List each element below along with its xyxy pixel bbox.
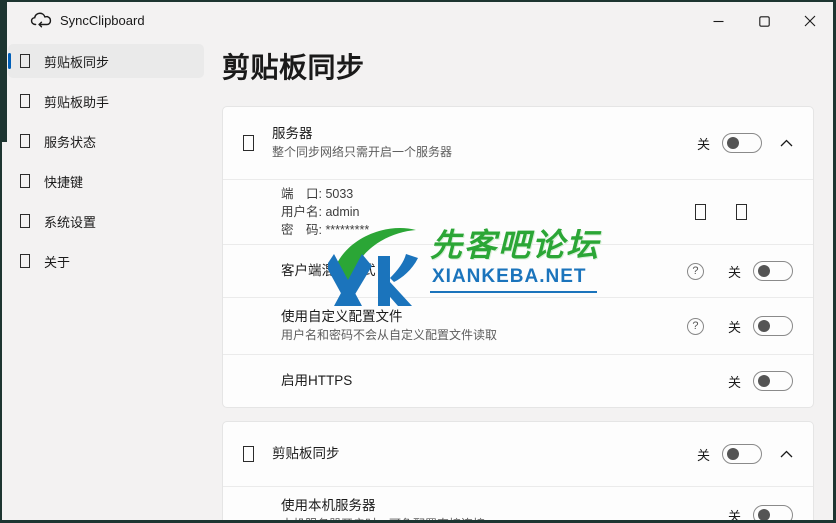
username-line: 用户名: admin bbox=[281, 203, 693, 221]
server-card: 服务器 整个同步网络只需开启一个服务器 关 端 口: 5033 用户名 bbox=[222, 106, 814, 408]
clipboard-sync-card: 剪贴板同步 关 使用本机服务器 本机服务器开启时，可免配置直接连接 bbox=[222, 421, 814, 523]
server-card-header[interactable]: 服务器 整个同步网络只需开启一个服务器 关 bbox=[223, 107, 813, 179]
https-title: 启用HTTPS bbox=[281, 372, 728, 390]
sidebar-item-clipboard-assistant[interactable]: 剪贴板助手 bbox=[8, 84, 204, 118]
system-settings-icon bbox=[20, 214, 30, 228]
client-mixed-mode-toggle[interactable] bbox=[753, 261, 793, 281]
custom-config-subtitle: 用户名和密码不会从自定义配置文件读取 bbox=[281, 327, 687, 344]
main-content: 剪贴板同步 服务器 整个同步网络只需开启一个服务器 关 bbox=[212, 40, 836, 523]
maximize-button[interactable] bbox=[741, 2, 787, 40]
toggle-label: 关 bbox=[728, 262, 741, 281]
clipboard-sync-card-title: 剪贴板同步 bbox=[272, 445, 697, 463]
port-line: 端 口: 5033 bbox=[281, 185, 693, 203]
sidebar-item-about[interactable]: 关于 bbox=[8, 244, 204, 278]
copy-button[interactable] bbox=[693, 202, 708, 222]
server-toggle-label: 关 bbox=[697, 134, 710, 153]
custom-config-row: 使用自定义配置文件 用户名和密码不会从自定义配置文件读取 ? 关 bbox=[223, 297, 813, 354]
https-row: 启用HTTPS 关 bbox=[223, 354, 813, 407]
credentials-actions bbox=[693, 202, 749, 222]
service-status-icon bbox=[20, 134, 30, 148]
clipboard-sync-card-header[interactable]: 剪贴板同步 关 bbox=[223, 422, 813, 486]
help-icon[interactable]: ? bbox=[687, 318, 704, 335]
toggle-knob bbox=[727, 448, 739, 460]
toggle-label: 关 bbox=[728, 317, 741, 336]
close-button[interactable] bbox=[787, 2, 833, 40]
client-mixed-mode-row: 客户端混合模式 ? 关 bbox=[223, 244, 813, 297]
server-card-subtitle: 整个同步网络只需开启一个服务器 bbox=[272, 144, 697, 161]
clipboard-sync-card-icon bbox=[243, 446, 254, 462]
sidebar-item-label: 服务状态 bbox=[44, 132, 96, 151]
client-mixed-mode-title: 客户端混合模式 bbox=[281, 262, 687, 280]
app-body: 剪贴板同步 剪贴板助手 服务状态 快捷键 系统设置 关于 bbox=[0, 40, 836, 523]
toggle-knob bbox=[727, 137, 739, 149]
https-toggle[interactable] bbox=[753, 371, 793, 391]
selection-accent-bar bbox=[8, 53, 11, 69]
hotkeys-icon bbox=[20, 174, 30, 188]
page-title: 剪贴板同步 bbox=[222, 46, 814, 86]
chevron-up-icon[interactable] bbox=[780, 450, 793, 458]
copy-icon bbox=[695, 204, 706, 220]
toggle-knob bbox=[758, 375, 770, 387]
credentials-lines: 端 口: 5033 用户名: admin 密 码: ********* bbox=[281, 185, 693, 239]
sync-cloud-icon bbox=[30, 11, 52, 29]
server-credentials: 端 口: 5033 用户名: admin 密 码: ********* bbox=[223, 179, 813, 244]
sidebar-item-clipboard-sync[interactable]: 剪贴板同步 bbox=[8, 44, 204, 78]
minimize-button[interactable] bbox=[695, 2, 741, 40]
toggle-label: 关 bbox=[728, 372, 741, 391]
sidebar-item-label: 关于 bbox=[44, 252, 70, 271]
custom-config-title: 使用自定义配置文件 bbox=[281, 308, 687, 326]
password-line: 密 码: ********* bbox=[281, 221, 693, 239]
sidebar-item-label: 快捷键 bbox=[44, 172, 83, 191]
clipboard-sync-toggle-label: 关 bbox=[697, 445, 710, 464]
local-server-row: 使用本机服务器 本机服务器开启时，可免配置直接连接 关 bbox=[223, 486, 813, 523]
help-icon[interactable]: ? bbox=[687, 263, 704, 280]
window-border-left-band bbox=[0, 0, 7, 142]
server-card-title: 服务器 bbox=[272, 125, 697, 143]
local-server-title: 使用本机服务器 bbox=[281, 497, 728, 515]
toggle-knob bbox=[758, 265, 770, 277]
clipboard-sync-toggle[interactable] bbox=[722, 444, 762, 464]
edit-button[interactable] bbox=[734, 202, 749, 222]
sidebar-item-label: 剪贴板同步 bbox=[44, 52, 109, 71]
sidebar: 剪贴板同步 剪贴板助手 服务状态 快捷键 系统设置 关于 bbox=[0, 40, 212, 523]
clipboard-assistant-icon bbox=[20, 94, 30, 108]
toggle-knob bbox=[758, 320, 770, 332]
clipboard-sync-icon bbox=[20, 54, 30, 68]
window-border-top bbox=[0, 0, 836, 2]
sidebar-item-system-settings[interactable]: 系统设置 bbox=[8, 204, 204, 238]
app-title: SyncClipboard bbox=[60, 13, 145, 28]
server-icon bbox=[243, 135, 254, 151]
about-icon bbox=[20, 254, 30, 268]
app-window: SyncClipboard 剪贴板同步 剪贴板助手 bbox=[0, 0, 836, 523]
caption-buttons bbox=[695, 2, 833, 40]
custom-config-toggle[interactable] bbox=[753, 316, 793, 336]
server-toggle[interactable] bbox=[722, 133, 762, 153]
sidebar-item-label: 系统设置 bbox=[44, 212, 96, 231]
chevron-up-icon[interactable] bbox=[780, 139, 793, 147]
sidebar-item-hotkeys[interactable]: 快捷键 bbox=[8, 164, 204, 198]
sidebar-item-label: 剪贴板助手 bbox=[44, 92, 109, 111]
edit-icon bbox=[736, 204, 747, 220]
titlebar[interactable]: SyncClipboard bbox=[0, 0, 836, 40]
sidebar-item-service-status[interactable]: 服务状态 bbox=[8, 124, 204, 158]
